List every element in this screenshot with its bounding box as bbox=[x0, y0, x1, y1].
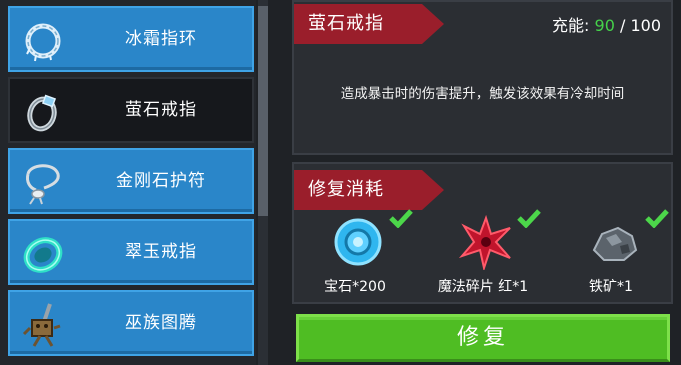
energy-readout: 充能: 90 / 100 bbox=[552, 12, 661, 36]
item-list: 冰霜指环 萤石戒指 金刚石护符 翠玉戒指 巫族图腾 bbox=[0, 0, 256, 365]
item-title: 萤石戒指 bbox=[308, 13, 384, 34]
repair-button[interactable]: 修复 bbox=[296, 314, 670, 362]
checkmark-icon bbox=[389, 209, 413, 228]
item-description: 造成暴击时的伤害提升，触发该效果有冷却时间 bbox=[340, 86, 625, 102]
frost-ring-icon bbox=[25, 23, 61, 62]
list-item-diamond-amulet[interactable]: 金刚石护符 bbox=[8, 148, 254, 214]
list-item-frost-ring[interactable]: 冰霜指环 bbox=[8, 6, 254, 72]
list-item-label: 萤石戒指 bbox=[125, 100, 197, 120]
list-item-witch-totem[interactable]: 巫族图腾 bbox=[8, 290, 254, 356]
list-item-label: 翠玉戒指 bbox=[125, 242, 197, 262]
list-item-fluorite-ring[interactable]: 萤石戒指 bbox=[8, 77, 254, 143]
energy-separator: / bbox=[619, 16, 626, 35]
red-magic-shard-icon bbox=[458, 214, 511, 270]
iron-ore-icon bbox=[592, 226, 638, 261]
item-title-ribbon: 萤石戒指 bbox=[294, 4, 444, 44]
list-item-label: 金刚石护符 bbox=[116, 171, 206, 191]
energy-current: 90 bbox=[594, 16, 615, 35]
material-iron-ore: 铁矿*1 bbox=[556, 204, 669, 304]
energy-label: 充能: bbox=[552, 16, 590, 35]
gem-icon bbox=[334, 218, 382, 266]
scrollbar-thumb[interactable] bbox=[258, 6, 268, 216]
witch-totem-icon bbox=[22, 303, 61, 347]
energy-max: 100 bbox=[630, 16, 661, 35]
list-item-jade-ring[interactable]: 翠玉戒指 bbox=[8, 219, 254, 285]
checkmark-icon bbox=[517, 209, 541, 228]
repair-title: 修复消耗 bbox=[308, 179, 384, 200]
material-label: 宝石*200 bbox=[324, 279, 386, 295]
material-label: 魔法碎片 红*1 bbox=[437, 279, 529, 295]
material-red-magic-shard: 魔法碎片 红*1 bbox=[428, 204, 541, 304]
fluorite-ring-icon bbox=[27, 94, 57, 132]
material-label: 铁矿*1 bbox=[589, 279, 633, 295]
checkmark-icon bbox=[645, 209, 669, 228]
list-item-label: 冰霜指环 bbox=[125, 29, 197, 49]
list-item-label: 巫族图腾 bbox=[125, 313, 197, 333]
material-gem: 宝石*200 bbox=[300, 204, 413, 304]
diamond-amulet-icon bbox=[26, 164, 60, 205]
list-scrollbar[interactable] bbox=[258, 0, 268, 365]
jade-ring-icon bbox=[23, 237, 63, 273]
item-detail-panel: 萤石戒指 充能: 90 / 100 造成暴击时的伤害提升，触发该效果有冷却时间 bbox=[292, 0, 673, 155]
